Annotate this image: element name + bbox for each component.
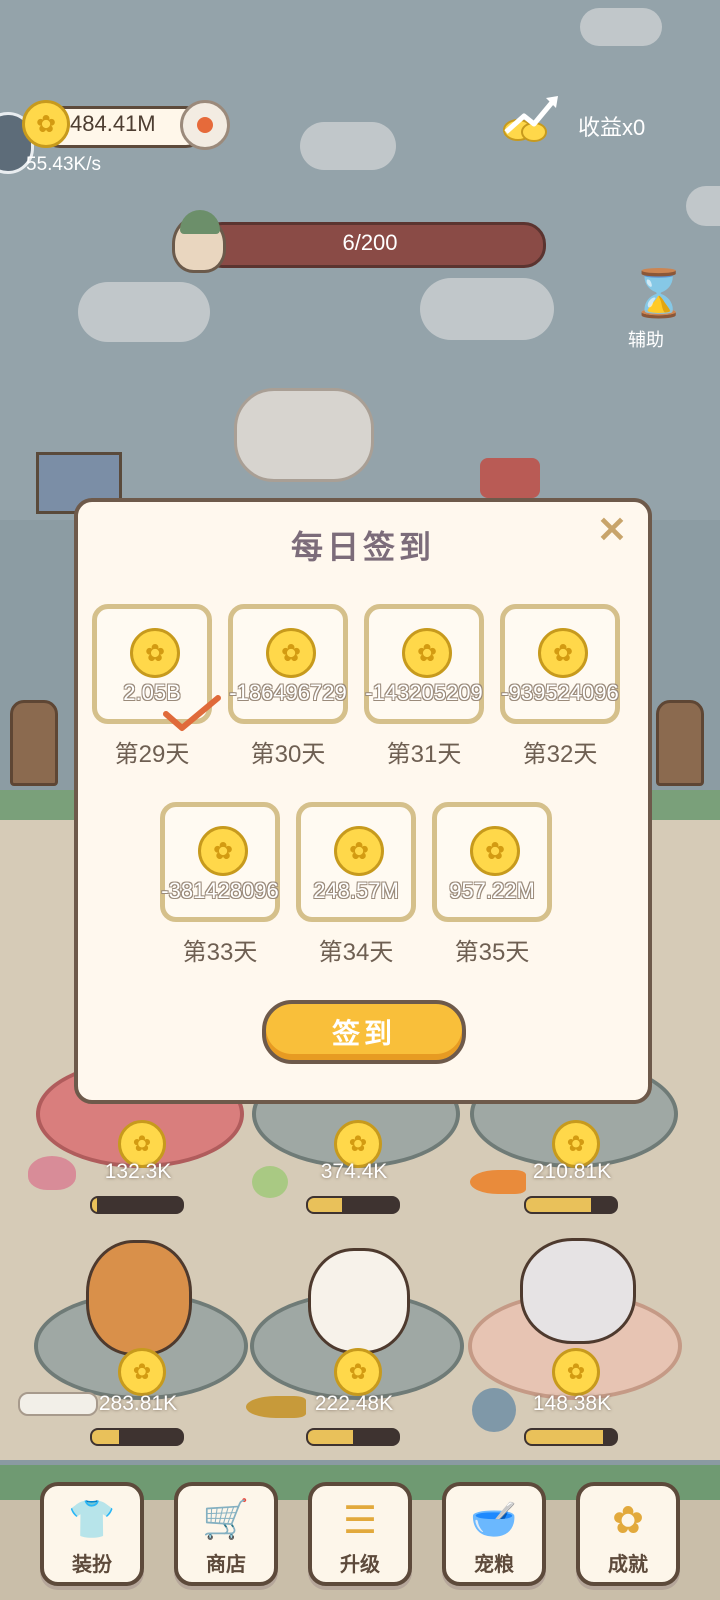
sign-in-label: 签到 <box>331 1018 396 1049</box>
day-label: 第33天 <box>182 939 258 966</box>
day-label: 第32天 <box>522 741 598 768</box>
day-reward-amount: -186496729 <box>229 680 347 705</box>
day-reward-amount: -939524096 <box>501 680 619 705</box>
dialog-title: 每日签到 <box>290 529 435 565</box>
day-label: 第31天 <box>386 741 462 768</box>
paw-coin-icon: ✿ <box>538 628 588 678</box>
sign-in-button[interactable]: 签到 <box>262 1000 466 1064</box>
day-reward-amount: 957.22M <box>449 878 535 903</box>
day-label: 第35天 <box>454 939 530 966</box>
day-label: 第30天 <box>250 741 326 768</box>
day-reward-amount: -381428096 <box>161 878 279 903</box>
day-label: 第34天 <box>318 939 394 966</box>
day-label: 第29天 <box>114 741 190 768</box>
close-icon[interactable]: ✕ <box>594 512 630 548</box>
paw-coin-icon: ✿ <box>334 826 384 876</box>
paw-coin-icon: ✿ <box>198 826 248 876</box>
paw-coin-icon: ✿ <box>402 628 452 678</box>
day-reward-amount: -143205209 <box>365 680 483 705</box>
paw-coin-icon: ✿ <box>470 826 520 876</box>
paw-coin-icon: ✿ <box>266 628 316 678</box>
paw-coin-icon: ✿ <box>130 628 180 678</box>
checkmark-icon <box>163 695 221 731</box>
day-reward-amount: 248.57M <box>313 878 399 903</box>
